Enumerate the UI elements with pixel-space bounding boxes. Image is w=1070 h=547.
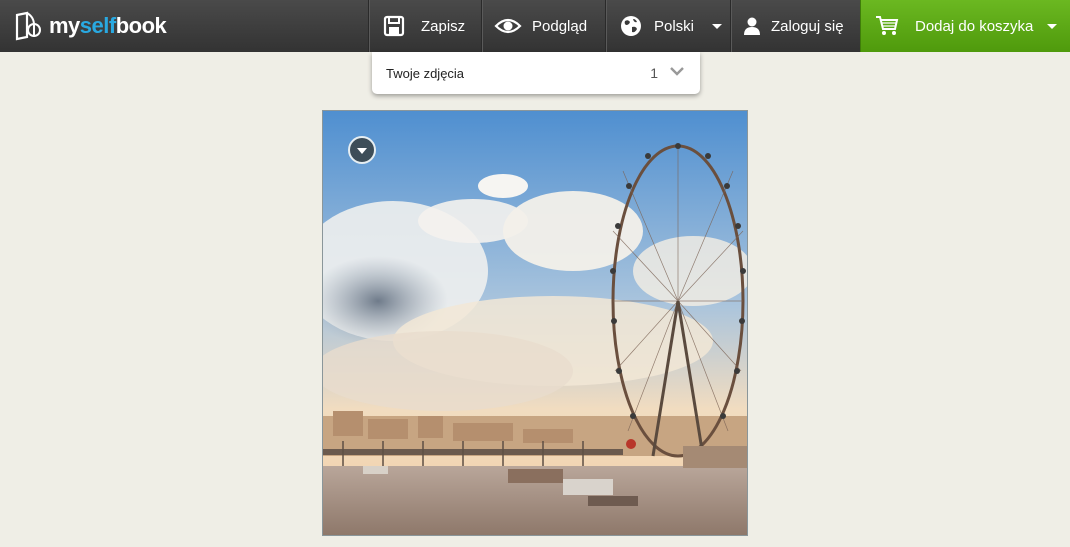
shopping-cart-icon (875, 15, 899, 37)
photo-canvas[interactable] (322, 110, 748, 536)
floppy-disk-icon (383, 15, 405, 37)
preview-button[interactable]: Podgląd (481, 0, 605, 52)
caret-down-icon (1047, 23, 1058, 29)
photos-count: 1 (650, 65, 658, 81)
language-label: Polski (654, 17, 695, 35)
brand-name: myselfbook (49, 13, 167, 38)
login-label: Zaloguj się (771, 17, 844, 35)
save-button[interactable]: Zapisz (368, 0, 481, 52)
top-navigation-bar: myselfbook Zapisz Podgląd Polski Zaloguj… (0, 0, 1070, 52)
language-selector[interactable]: Polski (605, 0, 730, 52)
user-icon (743, 16, 761, 36)
caret-down-icon (357, 148, 367, 154)
your-photos-dropdown[interactable]: Twoje zdjęcia 1 (372, 52, 700, 94)
login-button[interactable]: Zaloguj się (730, 0, 860, 52)
save-label: Zapisz (421, 17, 466, 35)
your-photos-label: Twoje zdjęcia (386, 65, 465, 81)
globe-icon (620, 15, 642, 37)
chevron-down-icon (670, 64, 684, 79)
brand-logo[interactable]: myselfbook (0, 0, 368, 52)
preview-label: Podgląd (532, 17, 588, 35)
book-logo-icon (15, 11, 41, 41)
photo-options-button[interactable] (348, 136, 376, 164)
london-eye-photo (323, 111, 747, 535)
caret-down-icon (712, 23, 723, 29)
add-to-cart-button[interactable]: Dodaj do koszyka (860, 0, 1070, 52)
cart-label: Dodaj do koszyka (915, 17, 1034, 35)
eye-icon (494, 16, 522, 36)
